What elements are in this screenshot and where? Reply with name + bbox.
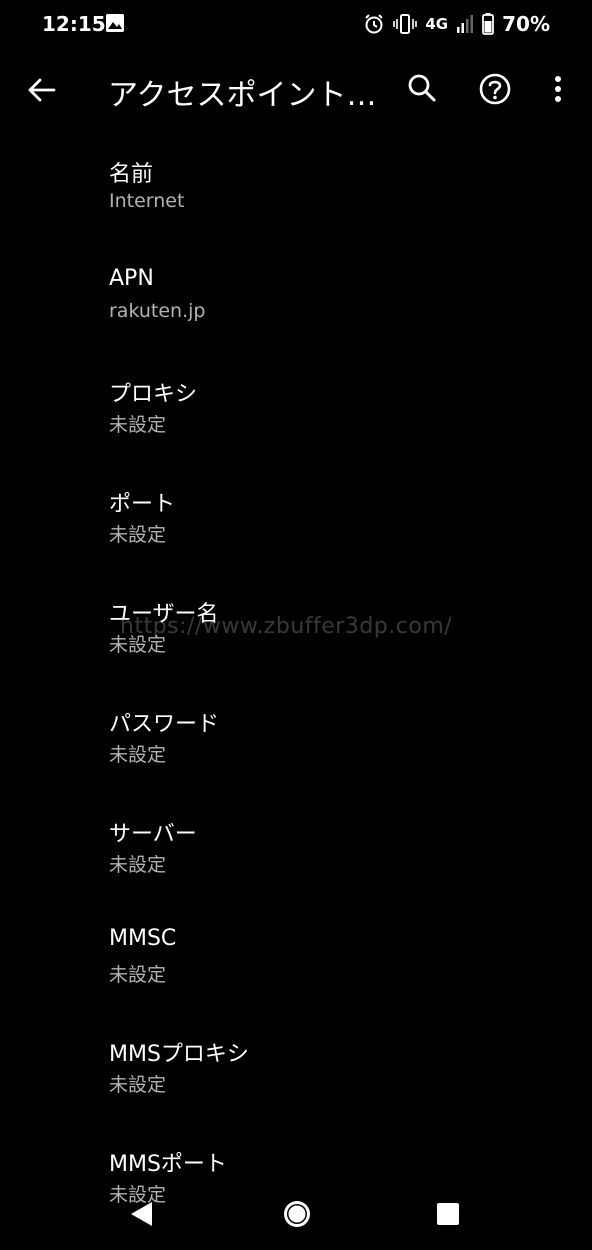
search-icon[interactable] xyxy=(400,66,444,110)
back-arrow-icon[interactable] xyxy=(20,68,64,112)
status-bar: 12:15 4G 70% xyxy=(0,0,592,48)
status-time: 12:15 xyxy=(42,12,106,36)
setting-value: Internet xyxy=(109,190,185,212)
setting-label: 名前 xyxy=(109,162,154,187)
image-icon xyxy=(106,14,124,32)
network-type: 4G xyxy=(425,15,449,33)
setting-proxy[interactable]: プロキシ 未設定 xyxy=(0,370,592,480)
setting-mmsc[interactable]: MMSC 未設定 xyxy=(0,920,592,1030)
vibrate-icon xyxy=(393,13,418,35)
battery-level: 70% xyxy=(502,12,550,36)
app-bar: アクセスポイント… xyxy=(0,48,592,130)
page-title: アクセスポイント… xyxy=(108,78,377,113)
setting-value: 未設定 xyxy=(109,854,167,876)
nav-recents-icon[interactable] xyxy=(436,1202,460,1226)
setting-label: ユーザー名 xyxy=(109,602,219,627)
nav-home-icon[interactable] xyxy=(281,1198,313,1230)
signal-icon xyxy=(456,14,474,34)
setting-mms-proxy[interactable]: MMSプロキシ 未設定 xyxy=(0,1030,592,1140)
setting-label: MMSプロキシ xyxy=(109,1042,249,1067)
setting-password[interactable]: パスワード 未設定 xyxy=(0,700,592,810)
alarm-icon xyxy=(363,13,385,35)
setting-label: サーバー xyxy=(109,822,197,847)
setting-label: ポート xyxy=(109,492,176,517)
help-icon[interactable] xyxy=(472,66,518,112)
setting-value: 未設定 xyxy=(109,744,167,766)
more-vert-icon[interactable] xyxy=(540,66,576,112)
setting-value: 未設定 xyxy=(109,964,167,986)
setting-label: APN xyxy=(109,266,154,291)
setting-username[interactable]: ユーザー名 未設定 xyxy=(0,590,592,700)
setting-server[interactable]: サーバー 未設定 xyxy=(0,810,592,920)
setting-value: 未設定 xyxy=(109,524,167,546)
setting-label: MMSポート xyxy=(109,1152,227,1177)
status-icons: 4G 70% xyxy=(363,12,550,36)
setting-value: 未設定 xyxy=(109,634,167,656)
setting-apn[interactable]: APN rakuten.jp xyxy=(0,260,592,370)
setting-label: プロキシ xyxy=(109,382,198,407)
nav-back-icon[interactable] xyxy=(128,1200,156,1228)
setting-value: 未設定 xyxy=(109,414,167,436)
setting-name[interactable]: 名前 Internet xyxy=(0,150,592,260)
setting-label: パスワード xyxy=(109,712,220,737)
system-nav-bar xyxy=(0,1180,592,1250)
battery-icon xyxy=(482,13,495,35)
setting-label: MMSC xyxy=(109,926,177,951)
apn-settings-list: 名前 Internet APN rakuten.jp プロキシ 未設定 ポート … xyxy=(0,150,592,1250)
setting-port[interactable]: ポート 未設定 xyxy=(0,480,592,590)
setting-value: rakuten.jp xyxy=(109,300,206,322)
setting-value: 未設定 xyxy=(109,1074,167,1096)
